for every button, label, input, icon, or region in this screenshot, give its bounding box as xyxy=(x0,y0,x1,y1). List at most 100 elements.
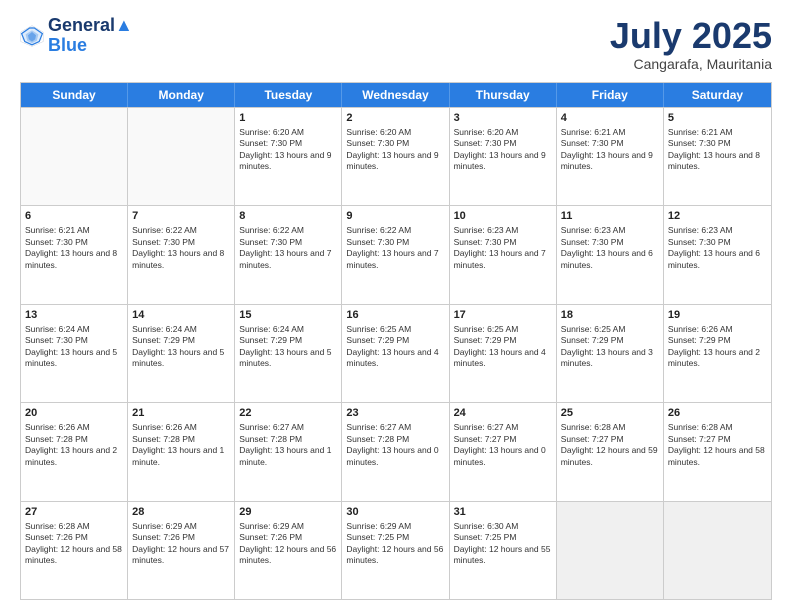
day-number: 29 xyxy=(239,505,337,519)
header-day-tuesday: Tuesday xyxy=(235,83,342,107)
day-number: 27 xyxy=(25,505,123,519)
day-number: 23 xyxy=(346,406,444,420)
cell-info: Sunrise: 6:22 AMSunset: 7:30 PMDaylight:… xyxy=(239,225,337,271)
day-cell-2: 2 Sunrise: 6:20 AMSunset: 7:30 PMDaylight… xyxy=(342,108,449,205)
cell-info: Sunrise: 6:24 AMSunset: 7:30 PMDaylight:… xyxy=(25,324,123,370)
cell-info: Sunrise: 6:26 AMSunset: 7:28 PMDaylight:… xyxy=(132,422,230,468)
day-number: 18 xyxy=(561,308,659,322)
title-block: July 2025 Cangarafa, Mauritania xyxy=(610,16,772,72)
day-number: 16 xyxy=(346,308,444,322)
day-number: 8 xyxy=(239,209,337,223)
empty-cell xyxy=(557,502,664,599)
day-cell-31: 31 Sunrise: 6:30 AMSunset: 7:25 PMDayligh… xyxy=(450,502,557,599)
day-cell-24: 24 Sunrise: 6:27 AMSunset: 7:27 PMDayligh… xyxy=(450,403,557,500)
day-number: 25 xyxy=(561,406,659,420)
cell-info: Sunrise: 6:20 AMSunset: 7:30 PMDaylight:… xyxy=(346,127,444,173)
day-cell-17: 17Sunrise: 6:25 AMSunset: 7:29 PMDayligh… xyxy=(450,305,557,402)
day-number: 10 xyxy=(454,209,552,223)
cell-info: Sunrise: 6:25 AMSunset: 7:29 PMDaylight:… xyxy=(561,324,659,370)
cell-info: Sunrise: 6:27 AMSunset: 7:28 PMDaylight:… xyxy=(239,422,337,468)
day-cell-26: 26Sunrise: 6:28 AMSunset: 7:27 PMDayligh… xyxy=(664,403,771,500)
cell-info: Sunrise: 6:26 AMSunset: 7:29 PMDaylight:… xyxy=(668,324,767,370)
cell-info: Sunrise: 6:25 AMSunset: 7:29 PMDaylight:… xyxy=(346,324,444,370)
header-day-sunday: Sunday xyxy=(21,83,128,107)
month-title: July 2025 xyxy=(610,16,772,56)
day-number: 31 xyxy=(454,505,552,519)
cell-info: Sunrise: 6:27 AMSunset: 7:28 PMDaylight:… xyxy=(346,422,444,468)
cell-info: Sunrise: 6:23 AMSunset: 7:30 PMDaylight:… xyxy=(561,225,659,271)
day-number: 12 xyxy=(668,209,767,223)
cell-info: Sunrise: 6:21 AMSunset: 7:30 PMDaylight:… xyxy=(561,127,659,173)
day-cell-14: 14Sunrise: 6:24 AMSunset: 7:29 PMDayligh… xyxy=(128,305,235,402)
week-row-4: 20Sunrise: 6:26 AMSunset: 7:28 PMDayligh… xyxy=(21,402,771,500)
cell-info: Sunrise: 6:27 AMSunset: 7:27 PMDaylight:… xyxy=(454,422,552,468)
empty-cell xyxy=(128,108,235,205)
location: Cangarafa, Mauritania xyxy=(610,56,772,72)
calendar: SundayMondayTuesdayWednesdayThursdayFrid… xyxy=(20,82,772,600)
cell-info: Sunrise: 6:21 AMSunset: 7:30 PMDaylight:… xyxy=(25,225,123,271)
day-cell-30: 30Sunrise: 6:29 AMSunset: 7:25 PMDayligh… xyxy=(342,502,449,599)
cell-info: Sunrise: 6:29 AMSunset: 7:26 PMDaylight:… xyxy=(132,521,230,567)
day-cell-6: 6 Sunrise: 6:21 AMSunset: 7:30 PMDaylight… xyxy=(21,206,128,303)
day-number: 28 xyxy=(132,505,230,519)
day-cell-18: 18 Sunrise: 6:25 AMSunset: 7:29 PMDayligh… xyxy=(557,305,664,402)
cell-info: Sunrise: 6:29 AMSunset: 7:26 PMDaylight:… xyxy=(239,521,337,567)
cell-info: Sunrise: 6:22 AMSunset: 7:30 PMDaylight:… xyxy=(132,225,230,271)
cell-info: Sunrise: 6:23 AMSunset: 7:30 PMDaylight:… xyxy=(668,225,767,271)
cell-info: Sunrise: 6:20 AMSunset: 7:30 PMDaylight:… xyxy=(454,127,552,173)
day-cell-22: 22 Sunrise: 6:27 AMSunset: 7:28 PMDayligh… xyxy=(235,403,342,500)
day-number: 19 xyxy=(668,308,767,322)
day-cell-25: 25 Sunrise: 6:28 AMSunset: 7:27 PMDayligh… xyxy=(557,403,664,500)
day-cell-23: 23 Sunrise: 6:27 AMSunset: 7:28 PMDayligh… xyxy=(342,403,449,500)
cell-info: Sunrise: 6:28 AMSunset: 7:27 PMDaylight:… xyxy=(561,422,659,468)
day-cell-4: 4 Sunrise: 6:21 AMSunset: 7:30 PMDaylight… xyxy=(557,108,664,205)
day-number: 15 xyxy=(239,308,337,322)
day-number: 5 xyxy=(668,111,767,125)
logo-icon xyxy=(20,24,44,48)
day-cell-11: 11Sunrise: 6:23 AMSunset: 7:30 PMDayligh… xyxy=(557,206,664,303)
day-cell-15: 15 Sunrise: 6:24 AMSunset: 7:29 PMDayligh… xyxy=(235,305,342,402)
day-cell-13: 13Sunrise: 6:24 AMSunset: 7:30 PMDayligh… xyxy=(21,305,128,402)
day-cell-10: 10 Sunrise: 6:23 AMSunset: 7:30 PMDayligh… xyxy=(450,206,557,303)
logo: General▲ Blue xyxy=(20,16,133,56)
day-cell-16: 16 Sunrise: 6:25 AMSunset: 7:29 PMDayligh… xyxy=(342,305,449,402)
cell-info: Sunrise: 6:21 AMSunset: 7:30 PMDaylight:… xyxy=(668,127,767,173)
day-cell-12: 12 Sunrise: 6:23 AMSunset: 7:30 PMDayligh… xyxy=(664,206,771,303)
cell-info: Sunrise: 6:28 AMSunset: 7:27 PMDaylight:… xyxy=(668,422,767,468)
calendar-header: SundayMondayTuesdayWednesdayThursdayFrid… xyxy=(21,83,771,107)
header-day-monday: Monday xyxy=(128,83,235,107)
week-row-2: 6 Sunrise: 6:21 AMSunset: 7:30 PMDaylight… xyxy=(21,205,771,303)
cell-info: Sunrise: 6:24 AMSunset: 7:29 PMDaylight:… xyxy=(239,324,337,370)
empty-cell xyxy=(21,108,128,205)
day-cell-20: 20Sunrise: 6:26 AMSunset: 7:28 PMDayligh… xyxy=(21,403,128,500)
week-row-3: 13Sunrise: 6:24 AMSunset: 7:30 PMDayligh… xyxy=(21,304,771,402)
day-cell-8: 8 Sunrise: 6:22 AMSunset: 7:30 PMDaylight… xyxy=(235,206,342,303)
header-day-friday: Friday xyxy=(557,83,664,107)
day-number: 14 xyxy=(132,308,230,322)
empty-cell xyxy=(664,502,771,599)
cell-info: Sunrise: 6:23 AMSunset: 7:30 PMDaylight:… xyxy=(454,225,552,271)
day-number: 6 xyxy=(25,209,123,223)
cell-info: Sunrise: 6:20 AMSunset: 7:30 PMDaylight:… xyxy=(239,127,337,173)
day-cell-19: 19 Sunrise: 6:26 AMSunset: 7:29 PMDayligh… xyxy=(664,305,771,402)
day-number: 30 xyxy=(346,505,444,519)
header-day-saturday: Saturday xyxy=(664,83,771,107)
day-number: 4 xyxy=(561,111,659,125)
day-cell-5: 5 Sunrise: 6:21 AMSunset: 7:30 PMDaylight… xyxy=(664,108,771,205)
day-cell-7: 7Sunrise: 6:22 AMSunset: 7:30 PMDaylight… xyxy=(128,206,235,303)
calendar-body: 1Sunrise: 6:20 AMSunset: 7:30 PMDaylight… xyxy=(21,107,771,599)
day-number: 3 xyxy=(454,111,552,125)
day-cell-1: 1Sunrise: 6:20 AMSunset: 7:30 PMDaylight… xyxy=(235,108,342,205)
cell-info: Sunrise: 6:22 AMSunset: 7:30 PMDaylight:… xyxy=(346,225,444,271)
header-day-wednesday: Wednesday xyxy=(342,83,449,107)
cell-info: Sunrise: 6:25 AMSunset: 7:29 PMDaylight:… xyxy=(454,324,552,370)
day-number: 2 xyxy=(346,111,444,125)
header-day-thursday: Thursday xyxy=(450,83,557,107)
day-cell-29: 29 Sunrise: 6:29 AMSunset: 7:26 PMDayligh… xyxy=(235,502,342,599)
day-number: 9 xyxy=(346,209,444,223)
cell-info: Sunrise: 6:30 AMSunset: 7:25 PMDaylight:… xyxy=(454,521,552,567)
day-number: 21 xyxy=(132,406,230,420)
day-number: 22 xyxy=(239,406,337,420)
day-number: 24 xyxy=(454,406,552,420)
day-cell-21: 21 Sunrise: 6:26 AMSunset: 7:28 PMDayligh… xyxy=(128,403,235,500)
